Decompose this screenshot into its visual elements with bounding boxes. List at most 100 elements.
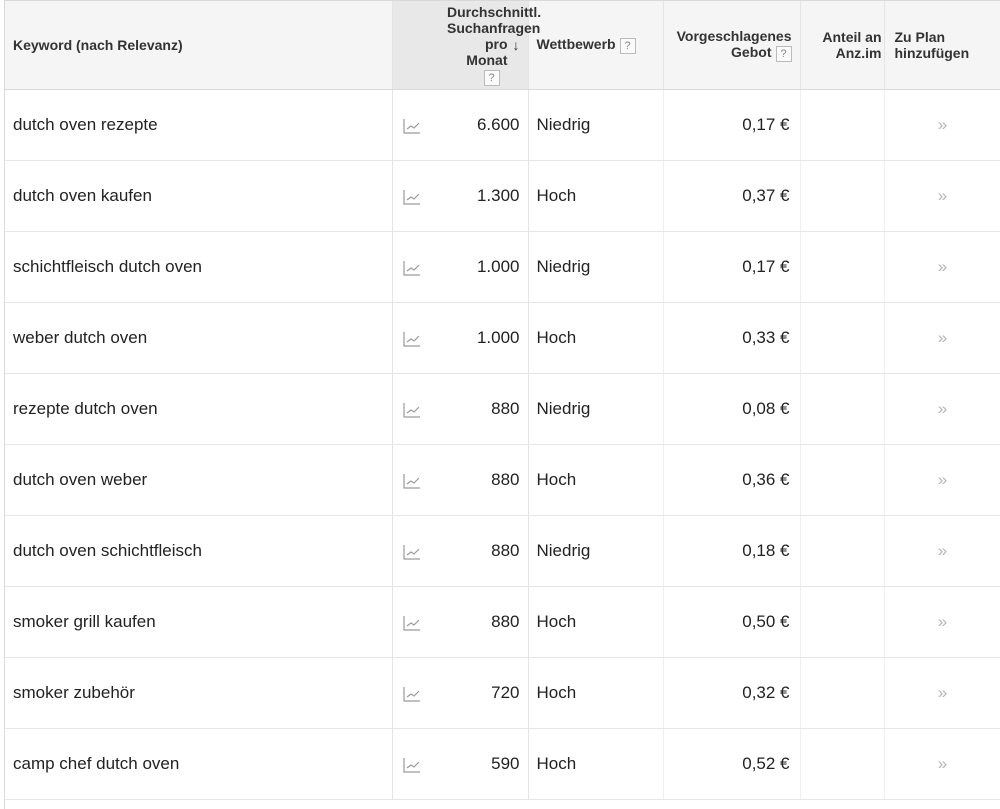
volume-value: 720 xyxy=(491,683,520,702)
competition-help-icon[interactable]: ? xyxy=(619,37,636,54)
keyword-text: smoker grill kaufen xyxy=(13,612,156,631)
bid-help-icon[interactable]: ? xyxy=(775,45,792,62)
keyword-text: schichtfleisch dutch oven xyxy=(13,257,202,276)
competition-header-label: Wettbewerb xyxy=(536,36,616,53)
column-header-keyword[interactable]: Keyword (nach Relevanz) xyxy=(5,1,393,90)
double-chevron-right-icon[interactable]: » xyxy=(938,612,947,631)
add-to-plan-cell[interactable]: » xyxy=(883,302,1000,374)
trend-cell xyxy=(392,515,439,587)
keyword-cell: camp chef dutch oven xyxy=(5,728,393,800)
bid-value: 0,17 € xyxy=(742,115,790,134)
bid-cell: 0,50 € xyxy=(663,586,801,658)
trend-chart-icon[interactable] xyxy=(402,118,421,134)
volume-header-line3: pro Monat xyxy=(466,35,508,68)
bid-value: 0,50 € xyxy=(742,612,790,631)
double-chevron-right-icon[interactable]: » xyxy=(938,328,947,347)
double-chevron-right-icon[interactable]: » xyxy=(938,541,947,560)
keyword-text: smoker zubehör xyxy=(13,683,135,702)
share-header-line2: Anz.im xyxy=(835,45,882,61)
keyword-row: dutch oven rezepte 6.600 Niedrig 0,17 € … xyxy=(5,89,1000,161)
keyword-row: schichtfleisch dutch oven 1.000 Niedrig … xyxy=(5,231,1000,303)
table-header-row: Keyword (nach Relevanz) Durchschnittl. S… xyxy=(5,1,1000,90)
keyword-cell: smoker grill kaufen xyxy=(5,586,393,658)
keyword-text: weber dutch oven xyxy=(13,328,148,347)
column-header-competition[interactable]: Wettbewerb? xyxy=(528,1,664,90)
double-chevron-right-icon[interactable]: » xyxy=(938,399,947,418)
trend-chart-icon[interactable] xyxy=(402,757,421,773)
ad-share-cell xyxy=(800,515,885,587)
add-to-plan-cell[interactable]: » xyxy=(883,657,1000,729)
competition-cell: Niedrig xyxy=(528,89,664,161)
double-chevron-right-icon[interactable]: » xyxy=(938,754,947,773)
trend-cell xyxy=(392,231,439,303)
column-header-bid[interactable]: Vorgeschlagenes Gebot? xyxy=(663,1,801,90)
volume-help-icon[interactable]: ? xyxy=(483,70,500,87)
add-to-plan-cell[interactable]: » xyxy=(883,231,1000,303)
double-chevron-right-icon[interactable]: » xyxy=(938,186,947,205)
trend-cell xyxy=(392,302,439,374)
trend-cell xyxy=(392,444,439,516)
keyword-row: dutch oven schichtfleisch 880 Niedrig 0,… xyxy=(5,515,1000,587)
bid-value: 0,17 € xyxy=(742,257,790,276)
double-chevron-right-icon[interactable]: » xyxy=(938,257,947,276)
volume-value: 880 xyxy=(491,399,520,418)
add-to-plan-cell[interactable]: » xyxy=(883,444,1000,516)
keyword-row: dutch oven kaufen 1.300 Hoch 0,37 € » xyxy=(5,160,1000,232)
double-chevron-right-icon[interactable]: » xyxy=(938,115,947,134)
double-chevron-right-icon[interactable]: » xyxy=(938,470,947,489)
competition-value: Niedrig xyxy=(536,115,591,134)
trend-chart-icon[interactable] xyxy=(402,402,421,418)
bid-value: 0,37 € xyxy=(742,186,790,205)
column-header-volume[interactable]: Durchschnittl. Suchanfragen pro Monat ↓ … xyxy=(439,1,542,90)
add-to-plan-cell[interactable]: » xyxy=(883,89,1000,161)
add-to-plan-cell[interactable]: » xyxy=(883,373,1000,445)
bid-value: 0,52 € xyxy=(742,754,790,773)
column-header-ad-share[interactable]: Anteil an Anz.im xyxy=(800,1,885,90)
volume-cell: 590 xyxy=(439,728,529,800)
competition-cell: Hoch xyxy=(528,586,664,658)
keyword-text: dutch oven kaufen xyxy=(13,186,152,205)
volume-cell: 880 xyxy=(439,515,529,587)
trend-chart-icon[interactable] xyxy=(402,260,421,276)
trend-cell xyxy=(392,373,439,445)
trend-cell xyxy=(392,89,439,161)
volume-value: 1.300 xyxy=(476,186,520,205)
ad-share-cell xyxy=(800,444,885,516)
keyword-cell: weber dutch oven xyxy=(5,302,393,374)
add-to-plan-cell[interactable]: » xyxy=(883,586,1000,658)
ad-share-cell xyxy=(800,231,885,303)
trend-chart-icon[interactable] xyxy=(402,615,421,631)
volume-cell: 880 xyxy=(439,586,529,658)
column-header-keyword-label: Keyword (nach Relevanz) xyxy=(13,37,183,53)
add-to-plan-cell[interactable]: » xyxy=(883,160,1000,232)
add-header-line1: Zu Plan xyxy=(894,29,946,45)
competition-cell: Niedrig xyxy=(528,515,664,587)
volume-value: 880 xyxy=(491,470,520,489)
volume-value: 1.000 xyxy=(476,257,520,276)
bid-cell: 0,33 € xyxy=(663,302,801,374)
add-to-plan-cell[interactable]: » xyxy=(883,728,1000,800)
trend-chart-icon[interactable] xyxy=(402,473,421,489)
keyword-ideas-table: Keyword (nach Relevanz) Durchschnittl. S… xyxy=(5,1,1000,800)
volume-value: 6.600 xyxy=(476,115,520,134)
ad-share-cell xyxy=(800,728,885,800)
volume-header-line1: Durchschnittl. xyxy=(447,3,542,20)
double-chevron-right-icon[interactable]: » xyxy=(938,683,947,702)
competition-value: Hoch xyxy=(536,186,577,205)
add-to-plan-cell[interactable]: » xyxy=(883,515,1000,587)
competition-cell: Hoch xyxy=(528,160,664,232)
trend-chart-icon[interactable] xyxy=(402,331,421,347)
trend-chart-icon[interactable] xyxy=(402,544,421,560)
keyword-text: rezepte dutch oven xyxy=(13,399,158,418)
bid-value: 0,18 € xyxy=(742,541,790,560)
competition-value: Niedrig xyxy=(536,399,591,418)
trend-cell xyxy=(392,728,439,800)
bid-value: 0,08 € xyxy=(742,399,790,418)
keyword-text: dutch oven weber xyxy=(13,470,148,489)
competition-value: Niedrig xyxy=(536,541,591,560)
ad-share-cell xyxy=(800,586,885,658)
trend-chart-icon[interactable] xyxy=(402,189,421,205)
trend-chart-icon[interactable] xyxy=(402,686,421,702)
ad-share-cell xyxy=(800,160,885,232)
bid-cell: 0,52 € xyxy=(663,728,801,800)
